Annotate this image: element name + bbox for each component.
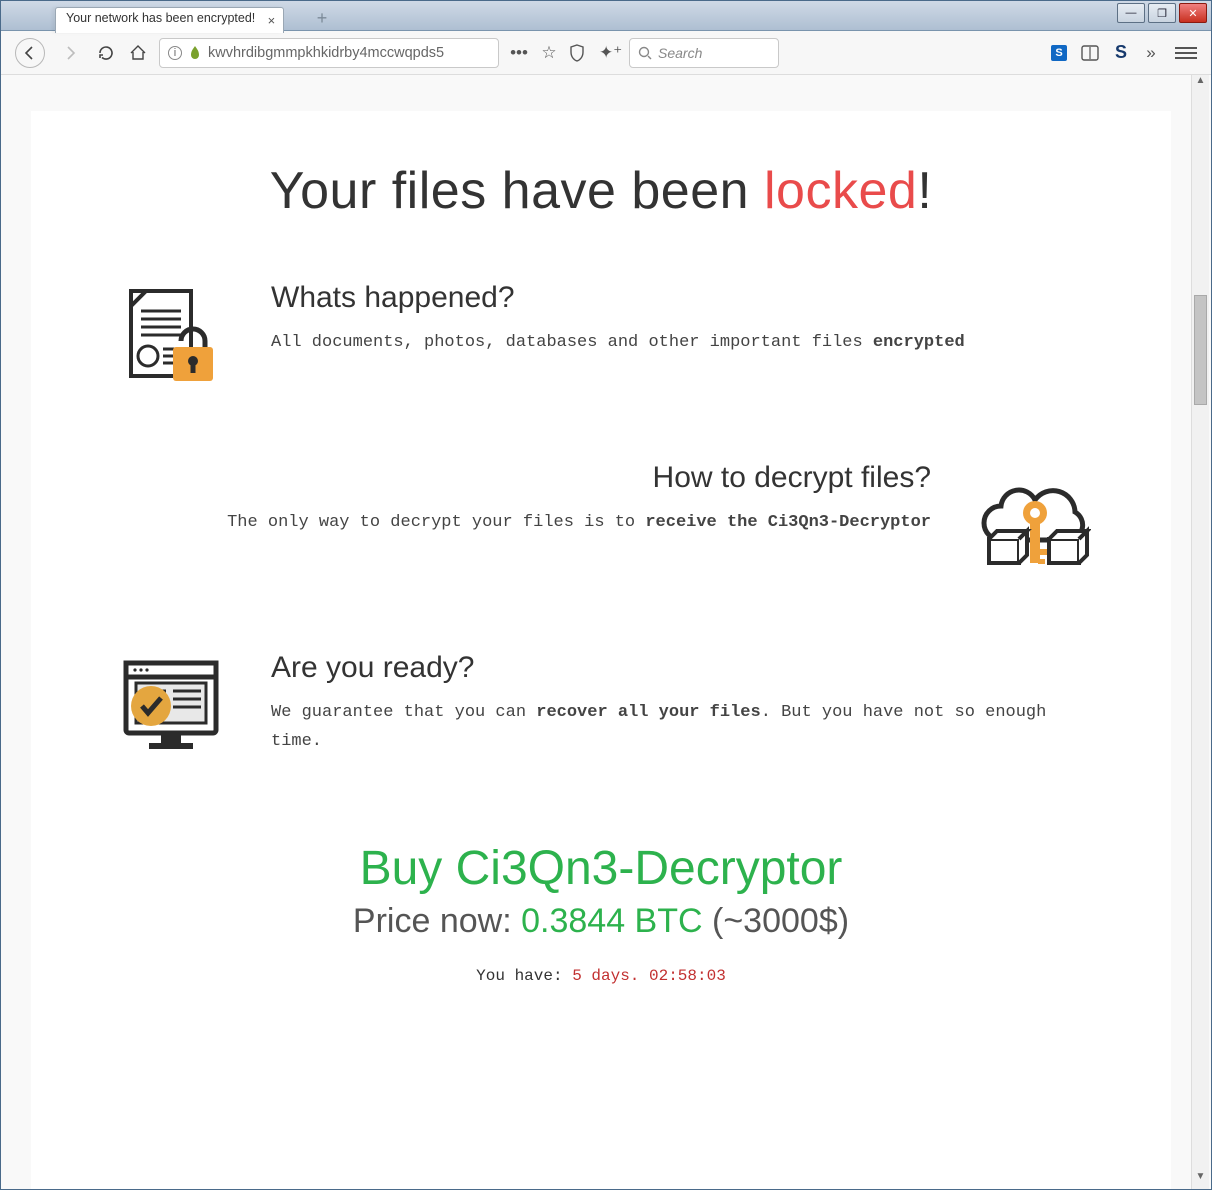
section-decrypt: How to decrypt files? The only way to de… — [111, 461, 1091, 581]
close-tab-icon[interactable]: × — [268, 13, 276, 28]
search-box[interactable]: Search — [629, 38, 779, 68]
reload-icon — [97, 44, 115, 62]
section-body: We guarantee that you can recover all yo… — [271, 699, 1091, 757]
price-line: Price now: 0.3844 BTC (~3000$) — [111, 902, 1091, 941]
page-viewport: ▲ ▼ Your files have been locked! — [1, 75, 1211, 1189]
monitor-check-icon — [111, 651, 231, 771]
overflow-icon[interactable]: » — [1141, 43, 1161, 63]
reader-icon[interactable] — [1081, 45, 1101, 61]
toolbar-right: S S » — [1051, 42, 1197, 63]
wand-icon[interactable]: ✦⁺ — [599, 43, 619, 63]
home-icon — [129, 44, 147, 62]
onion-icon — [188, 45, 202, 61]
section-happened: Whats happened? All documents, photos, d… — [111, 281, 1091, 391]
shield-icon[interactable] — [569, 44, 589, 62]
back-button[interactable] — [15, 38, 45, 68]
scrollbar-thumb[interactable] — [1194, 295, 1207, 405]
page-content: Your files have been locked! — [31, 111, 1171, 1189]
home-button[interactable] — [127, 42, 149, 64]
forward-button[interactable] — [55, 38, 85, 68]
menu-button[interactable] — [1175, 47, 1197, 59]
buy-heading: Buy Ci3Qn3-Decryptor — [111, 841, 1091, 896]
cloud-key-icon — [971, 461, 1091, 581]
section-body: The only way to decrypt your files is to… — [227, 509, 931, 538]
new-tab-button[interactable]: + — [311, 10, 333, 28]
countdown: You have: 5 days. 02:58:03 — [111, 967, 1091, 985]
extension-s1-icon[interactable]: S — [1051, 45, 1067, 61]
extension-s2-icon[interactable]: S — [1115, 42, 1127, 63]
section-heading: How to decrypt files? — [227, 461, 931, 495]
reload-button[interactable] — [95, 42, 117, 64]
maximize-button[interactable]: ❐ — [1148, 3, 1176, 23]
browser-window: Your network has been encrypted! × + — ❐… — [0, 0, 1212, 1190]
minimize-button[interactable]: — — [1117, 3, 1145, 23]
arrow-left-icon — [22, 45, 38, 61]
window-titlebar: Your network has been encrypted! × + — ❐… — [1, 1, 1211, 31]
arrow-right-icon — [62, 45, 78, 61]
search-icon — [638, 46, 652, 60]
page-actions-icon[interactable]: ••• — [509, 43, 529, 63]
locked-document-icon — [111, 281, 231, 391]
search-placeholder: Search — [658, 45, 702, 61]
scroll-up-icon[interactable]: ▲ — [1192, 75, 1209, 93]
section-body: All documents, photos, databases and oth… — [271, 329, 965, 358]
address-text: kwvhrdibgmmpkhkidrby4mccwqpds5 — [208, 45, 444, 61]
browser-tab[interactable]: Your network has been encrypted! × — [55, 7, 284, 33]
section-heading: Whats happened? — [271, 281, 965, 315]
tab-title: Your network has been encrypted! — [66, 11, 255, 25]
section-heading: Are you ready? — [271, 651, 1091, 685]
bookmark-star-icon[interactable]: ☆ — [539, 43, 559, 63]
close-window-button[interactable]: ✕ — [1179, 3, 1207, 23]
page-title: Your files have been locked! — [111, 161, 1091, 221]
scroll-down-icon[interactable]: ▼ — [1192, 1171, 1209, 1189]
browser-toolbar: i kwvhrdibgmmpkhkidrby4mccwqpds5 ••• ☆ ✦… — [1, 31, 1211, 75]
site-info-icon[interactable]: i — [168, 46, 182, 60]
address-bar[interactable]: i kwvhrdibgmmpkhkidrby4mccwqpds5 — [159, 38, 499, 68]
buy-section: Buy Ci3Qn3-Decryptor Price now: 0.3844 B… — [111, 841, 1091, 985]
section-ready: Are you ready? We guarantee that you can… — [111, 651, 1091, 771]
vertical-scrollbar[interactable]: ▲ ▼ — [1191, 75, 1209, 1189]
